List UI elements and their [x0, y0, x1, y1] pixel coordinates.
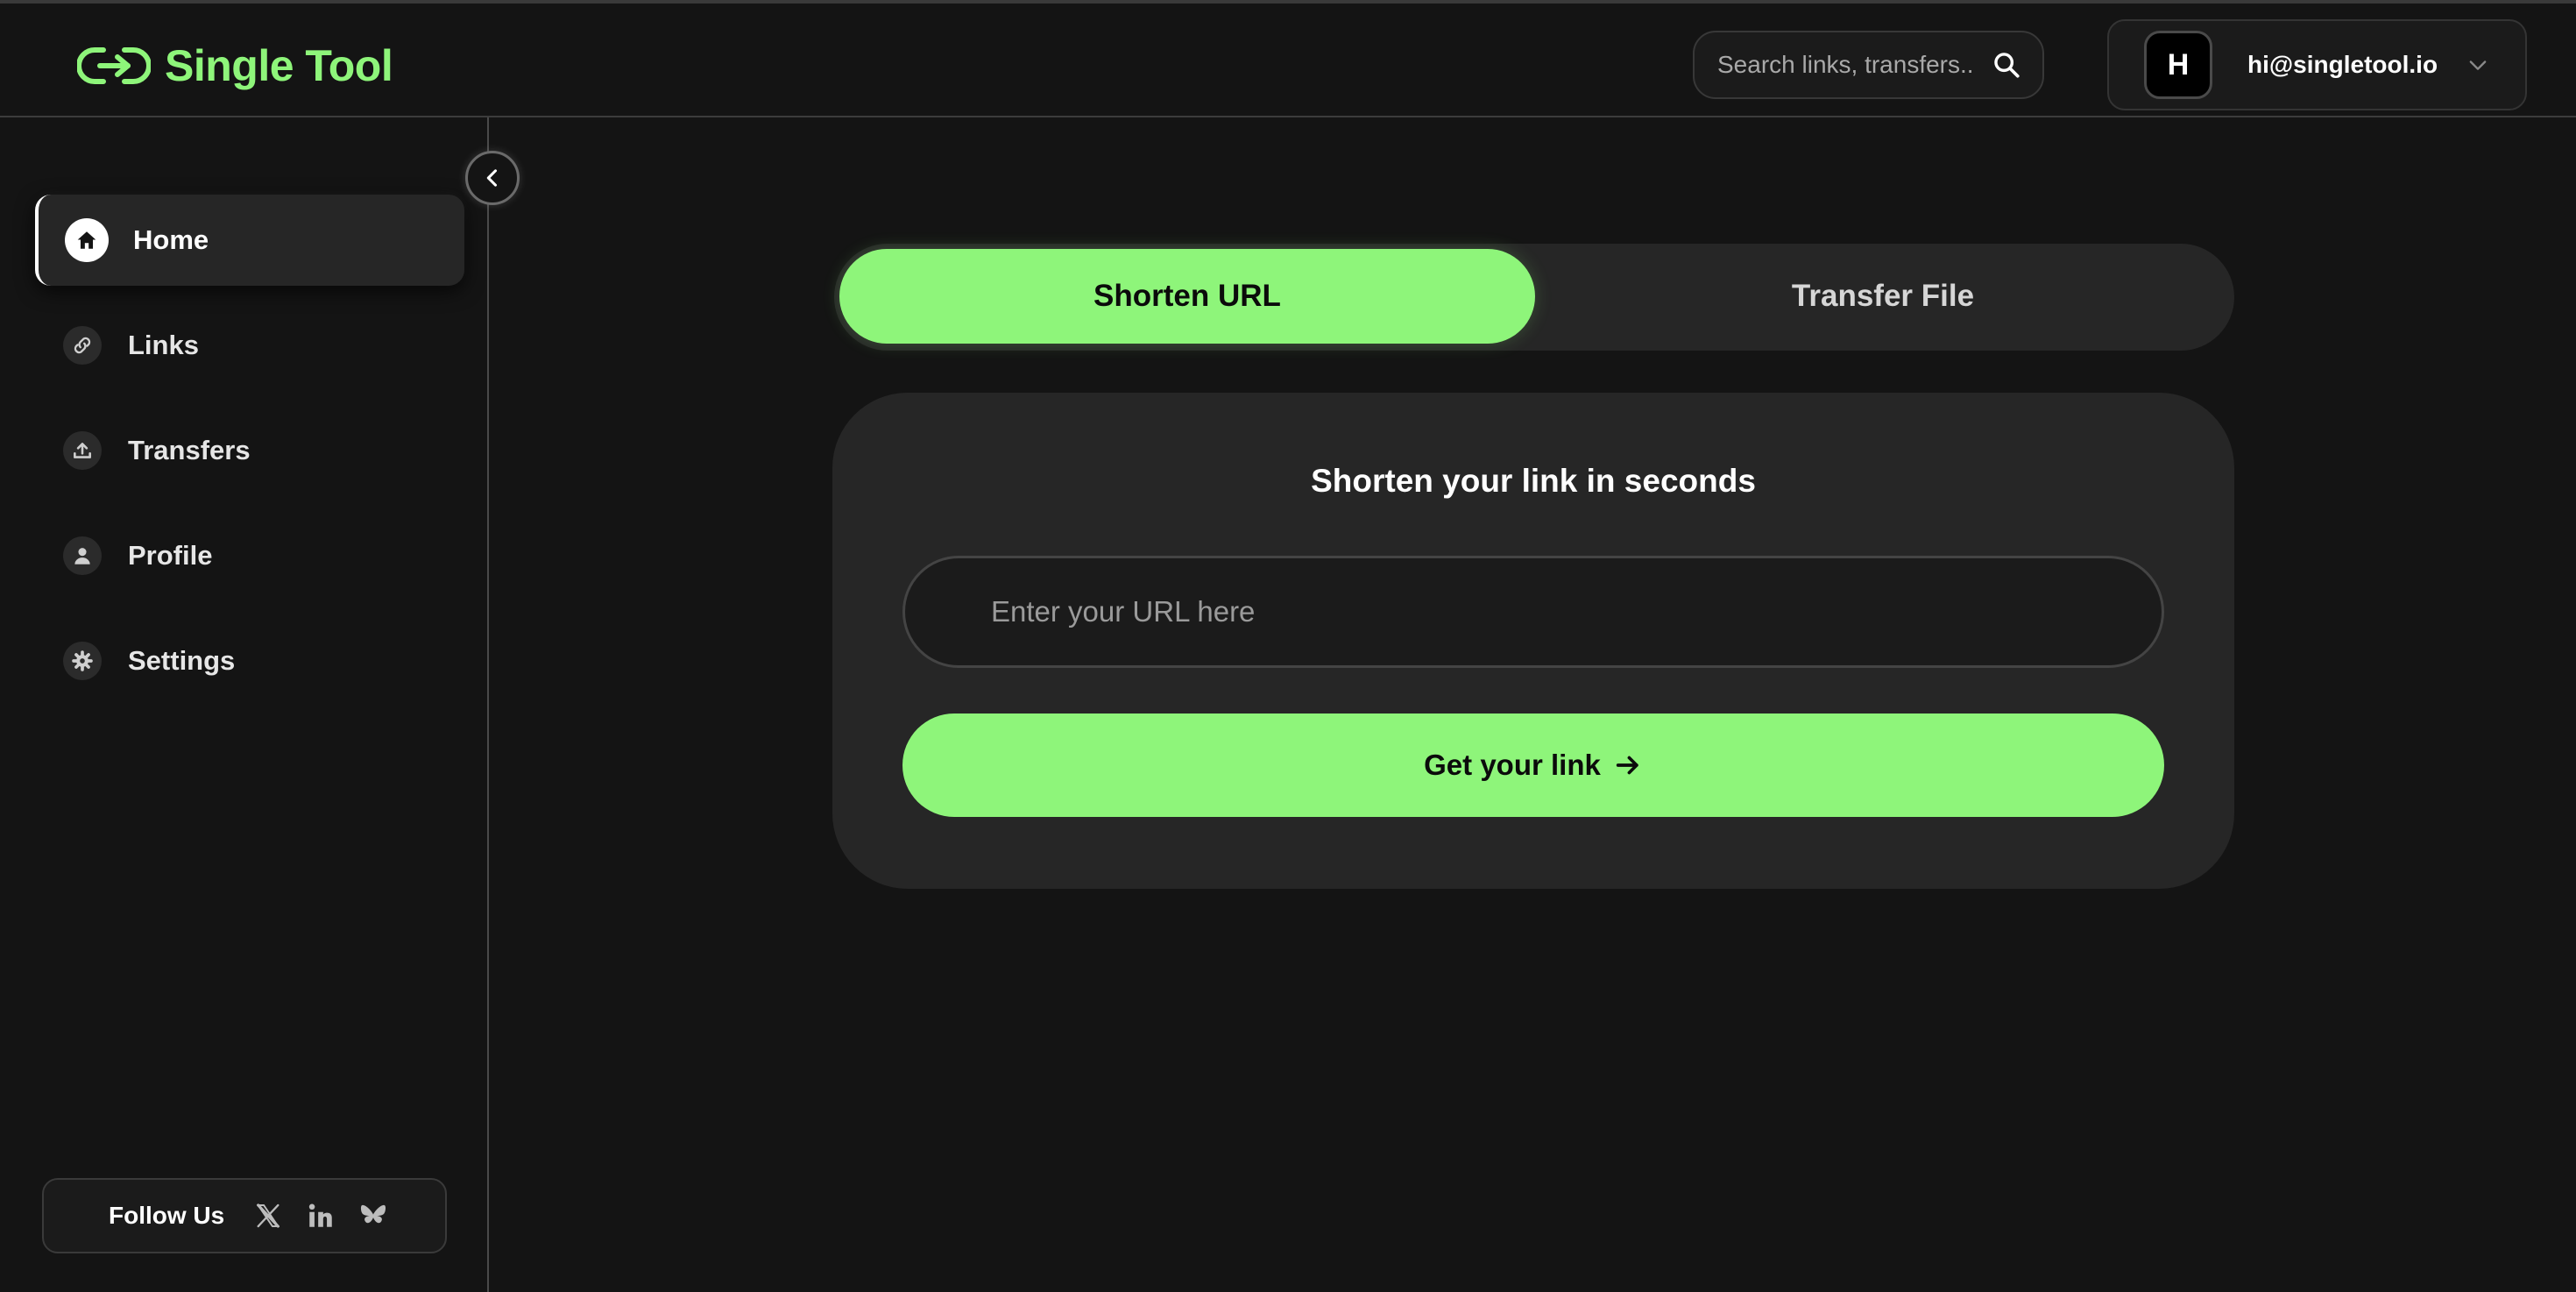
- url-input[interactable]: [989, 594, 2162, 629]
- collapse-sidebar-button[interactable]: [465, 151, 520, 205]
- card-title: Shorten your link in seconds: [1311, 463, 1756, 499]
- link-icon: [63, 326, 102, 365]
- chevron-down-icon[interactable]: [2466, 53, 2490, 77]
- top-header: Single Tool H hi@singletool.io: [0, 0, 2576, 117]
- arrow-right-icon: [1616, 756, 1638, 775]
- search-icon[interactable]: [1992, 50, 2021, 80]
- sidebar-item-settings[interactable]: Settings: [35, 615, 464, 706]
- search-box[interactable]: [1693, 31, 2044, 99]
- user-icon: [63, 536, 102, 575]
- get-link-label: Get your link: [1424, 749, 1601, 781]
- tab-transfer-file[interactable]: Transfer File: [1535, 249, 2231, 344]
- sidebar-item-label: Links: [128, 330, 199, 360]
- follow-us: Follow Us: [42, 1178, 447, 1253]
- sidebar-item-label: Home: [133, 224, 209, 255]
- sidebar: Home Links Transfers Profile Settings Fo…: [0, 117, 489, 1292]
- url-field[interactable]: [902, 556, 2164, 668]
- sidebar-item-label: Profile: [128, 540, 213, 571]
- sidebar-item-home[interactable]: Home: [35, 195, 464, 286]
- mode-tabs: Shorten URL Transfer File: [834, 244, 2234, 351]
- bluesky-icon[interactable]: [356, 1198, 391, 1233]
- sidebar-item-profile[interactable]: Profile: [35, 510, 464, 601]
- gear-icon: [63, 642, 102, 680]
- linkedin-icon[interactable]: [303, 1198, 338, 1233]
- tab-shorten-url[interactable]: Shorten URL: [839, 249, 1535, 344]
- avatar: H: [2144, 31, 2212, 99]
- x-icon[interactable]: [251, 1198, 286, 1233]
- search-input[interactable]: [1716, 50, 1986, 80]
- sidebar-item-label: Settings: [128, 645, 236, 676]
- follow-us-label: Follow Us: [109, 1202, 225, 1229]
- sidebar-item-transfers[interactable]: Transfers: [35, 405, 464, 496]
- link-icon: [77, 47, 151, 84]
- brand-logo[interactable]: Single Tool: [77, 40, 393, 91]
- account-menu[interactable]: H hi@singletool.io: [2107, 19, 2527, 110]
- shorten-card: Shorten your link in seconds Get your li…: [832, 393, 2234, 889]
- account-email: hi@singletool.io: [2247, 51, 2438, 78]
- sidebar-item-links[interactable]: Links: [35, 300, 464, 391]
- sidebar-item-label: Transfers: [128, 435, 251, 465]
- upload-icon: [63, 431, 102, 470]
- get-link-button[interactable]: Get your link: [902, 713, 2164, 817]
- brand-name: Single Tool: [165, 41, 393, 90]
- chevron-left-icon: [486, 169, 498, 187]
- home-icon: [65, 218, 109, 262]
